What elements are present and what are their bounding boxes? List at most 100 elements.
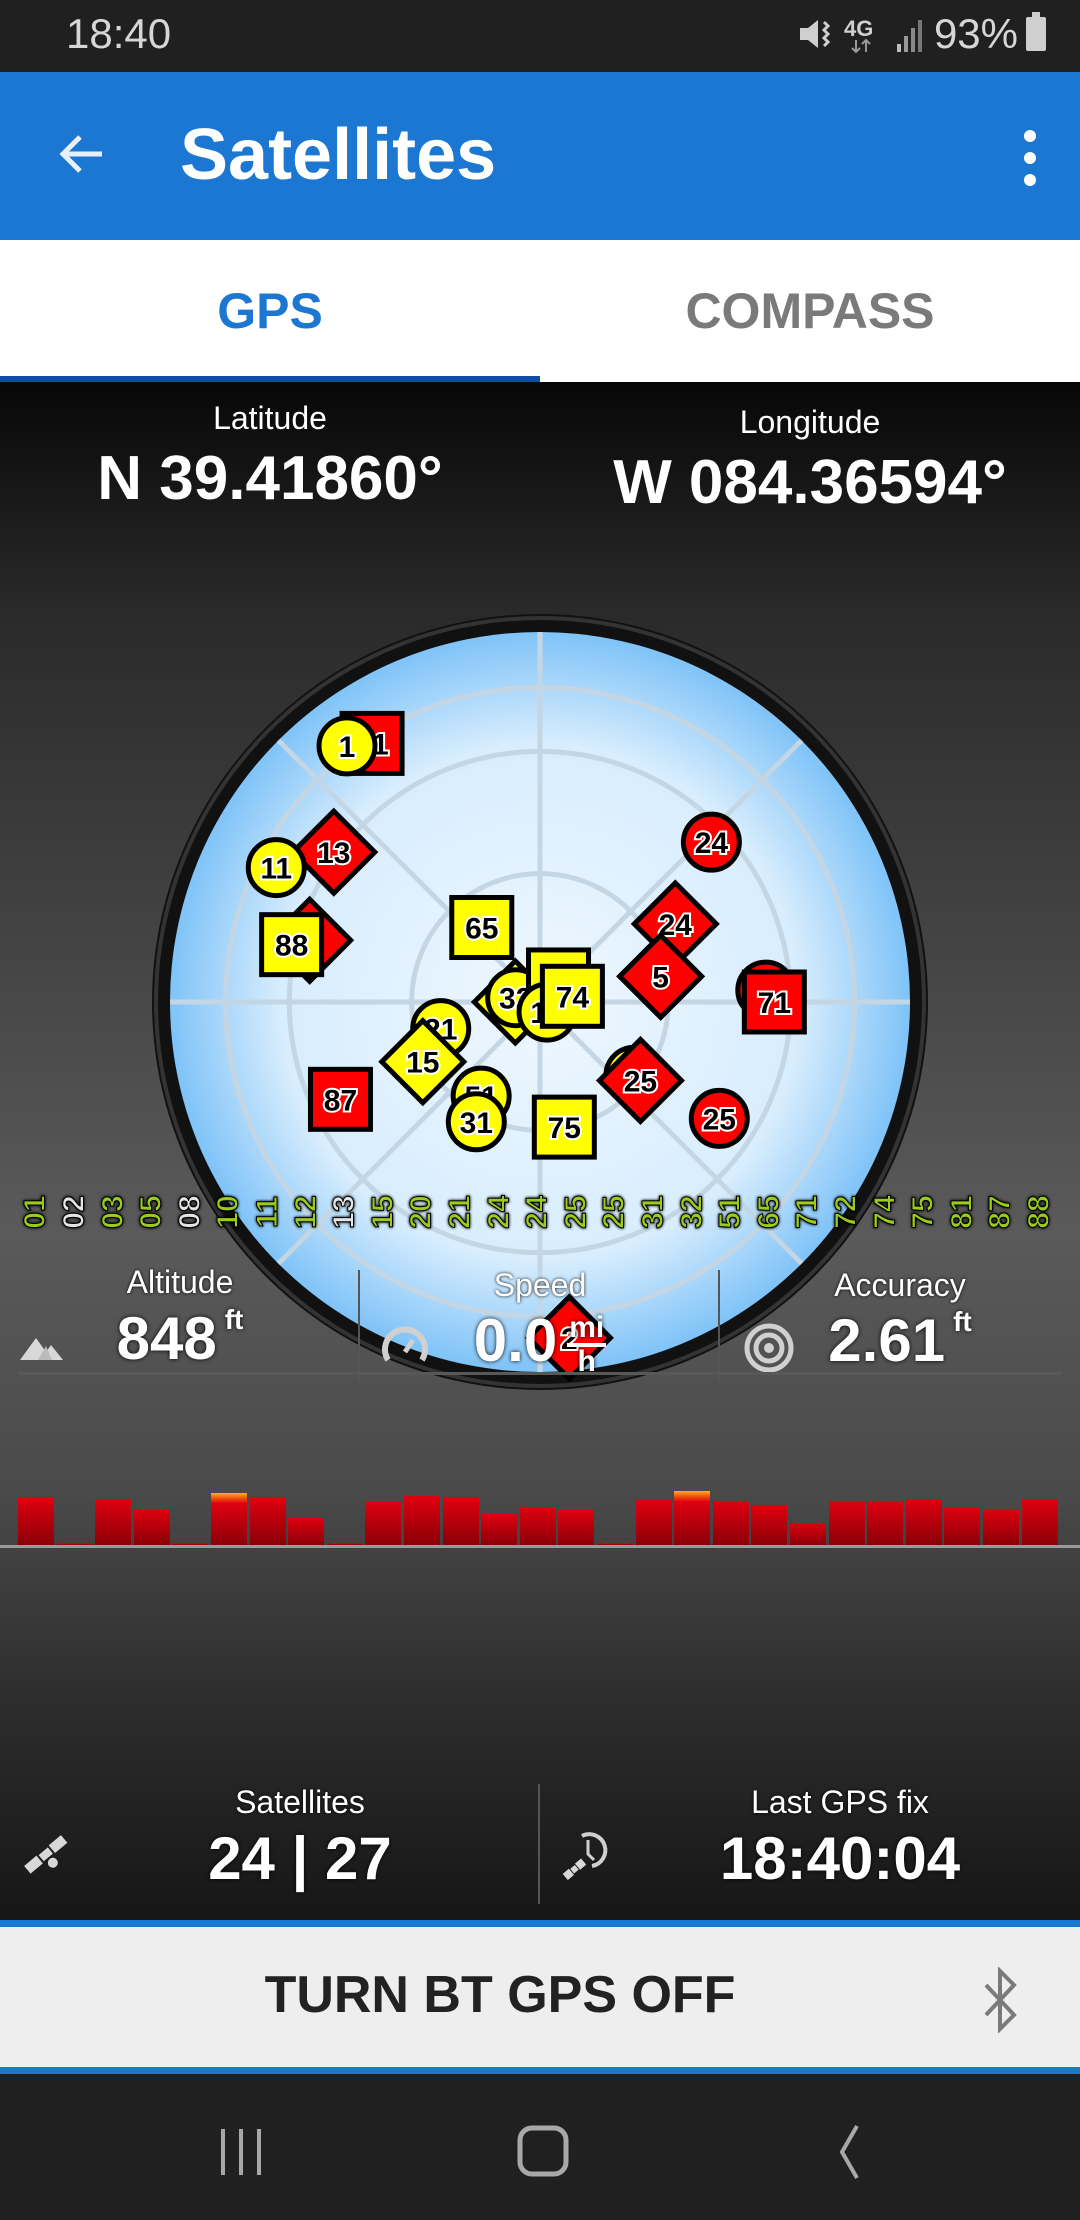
status-time: 18:40 <box>66 10 172 57</box>
signal-bar <box>95 1498 132 1545</box>
signal-bar <box>983 1509 1019 1545</box>
signal-bar <box>326 1543 363 1545</box>
satellite-prn-label: 74 <box>556 981 590 1014</box>
satellite-prn-label: 88 <box>275 930 308 963</box>
prn-label: 13 <box>327 1195 361 1229</box>
accuracy-label: Accuracy <box>834 1267 966 1303</box>
signal-baseline <box>0 1545 1080 1548</box>
turn-bt-gps-off-button[interactable]: TURN BT GPS OFF <box>0 1920 1080 2074</box>
arrow-back-icon <box>59 135 102 173</box>
signal-bar <box>481 1513 518 1545</box>
satellite-marker[interactable]: 25 <box>688 1087 750 1149</box>
signal-bar <box>133 1509 170 1545</box>
signal-bar <box>905 1498 942 1545</box>
satellite-marker[interactable]: 65 <box>449 894 515 960</box>
satellite-prn-label: 25 <box>624 1065 657 1098</box>
battery-icon <box>1026 12 1046 51</box>
signal-bar <box>597 1543 633 1545</box>
satellite-prn-label: 65 <box>465 912 498 945</box>
stats-row-2: Satellites 24 | 27 Last GPS fix 18:40:04 <box>0 1784 1080 1909</box>
status-bar: 18:40 4G 93% <box>0 0 1080 72</box>
speed-cell: Speed 0.0 mi h <box>360 1264 720 1389</box>
altitude-cell: Altitude 848 ft <box>0 1264 360 1389</box>
signal-bar <box>56 1543 93 1545</box>
latitude-value: N 39.41860° <box>97 444 443 513</box>
latitude-block: Latitude N 39.41860° <box>0 400 540 514</box>
satellite-marker[interactable]: 88 <box>259 912 325 978</box>
satellite-prn-label: 15 <box>406 1047 439 1080</box>
satellite-marker[interactable]: 11 <box>245 837 307 899</box>
prn-label: 72 <box>829 1195 863 1229</box>
tab-gps[interactable]: GPS <box>0 240 540 382</box>
prn-label: 51 <box>713 1195 747 1229</box>
prn-label: 31 <box>636 1195 670 1229</box>
prn-label: 03 <box>96 1195 130 1229</box>
system-nav-bar <box>0 2074 1080 2220</box>
svg-text:4G: 4G <box>844 16 873 41</box>
satellite-marker[interactable]: 71 <box>741 969 807 1035</box>
satellite-marker[interactable]: 31 <box>445 1091 507 1153</box>
prn-label: 01 <box>19 1195 53 1229</box>
signal-bar <box>867 1500 904 1545</box>
app-bar: Satellites <box>0 72 1080 240</box>
signal-bar <box>18 1497 54 1545</box>
signal-bar <box>211 1493 247 1545</box>
signal-bar <box>249 1497 286 1545</box>
satellite-marker[interactable]: 74 <box>539 963 605 1029</box>
prn-label: 02 <box>57 1195 91 1229</box>
tab-bar: GPS COMPASS <box>0 240 1080 382</box>
back-button[interactable] <box>52 124 112 184</box>
prn-label: 12 <box>289 1195 323 1229</box>
nav-back-button[interactable] <box>812 2114 882 2184</box>
home-button[interactable] <box>508 2114 578 2184</box>
prn-label: 20 <box>405 1195 439 1229</box>
signal-bar <box>790 1523 826 1545</box>
satellite-prn-label: 75 <box>548 1112 581 1145</box>
prn-label: 65 <box>752 1195 786 1229</box>
signal-bar <box>1021 1498 1058 1545</box>
satellite-prn-label: 31 <box>460 1107 493 1140</box>
prn-label: 08 <box>173 1195 207 1229</box>
recents-button[interactable] <box>206 2114 276 2184</box>
tab-compass[interactable]: COMPASS <box>540 240 1080 382</box>
satellite-marker[interactable]: 75 <box>531 1094 597 1160</box>
satellite-prn-label: 24 <box>695 827 729 860</box>
speed-value: 0.0 mi h <box>473 1307 607 1379</box>
signal-bar <box>751 1505 788 1545</box>
bt-button-label: TURN BT GPS OFF <box>264 1966 736 2024</box>
satellite-prn-label: 5 <box>652 961 669 994</box>
satellite-prn-label: 25 <box>703 1103 736 1136</box>
prn-label: 24 <box>520 1195 554 1229</box>
prn-label: 21 <box>443 1195 477 1229</box>
more-options-button[interactable] <box>1020 130 1040 186</box>
satellites-cell: Satellites 24 | 27 <box>0 1784 540 1909</box>
satellites-value: 24 | 27 <box>208 1825 392 1892</box>
gps-panel: Latitude N 39.41860° Longitude W 084.365… <box>0 382 1080 1922</box>
satellite-prn-label: 11 <box>260 853 292 886</box>
bluetooth-icon <box>984 1967 1017 2033</box>
prn-label: 88 <box>1022 1195 1056 1229</box>
stats-row-1: Altitude 848 ft Speed 0.0 mi h Accuracy 2.6… <box>0 1264 1080 1389</box>
mute-vibrate-icon <box>799 20 831 48</box>
prn-label: 71 <box>791 1195 825 1229</box>
satellite-marker[interactable]: 87 <box>307 1066 373 1132</box>
satellite-marker[interactable]: 1 <box>316 715 378 777</box>
last-fix-label: Last GPS fix <box>751 1784 929 1820</box>
prn-label: 15 <box>366 1195 400 1229</box>
status-icons: 4G 93% <box>796 10 1046 58</box>
signal-bar <box>404 1496 440 1545</box>
satellites-label: Satellites <box>235 1784 365 1820</box>
prn-label: 32 <box>675 1195 709 1229</box>
signal-bar <box>712 1500 749 1545</box>
satellite-prn-label: 1 <box>339 731 356 764</box>
accuracy-cell: Accuracy 2.61 ft <box>720 1264 1080 1389</box>
satellite-marker[interactable]: 24 <box>680 811 742 873</box>
satellite-prn-label: 71 <box>758 987 791 1020</box>
signal-bar <box>442 1497 479 1545</box>
prn-label: 24 <box>482 1195 516 1229</box>
prn-label: 81 <box>945 1195 979 1229</box>
4g-lte-icon: 4G <box>844 16 873 54</box>
signal-bar <box>944 1507 981 1545</box>
signal-bar <box>288 1518 325 1545</box>
prn-label: 10 <box>212 1195 246 1229</box>
